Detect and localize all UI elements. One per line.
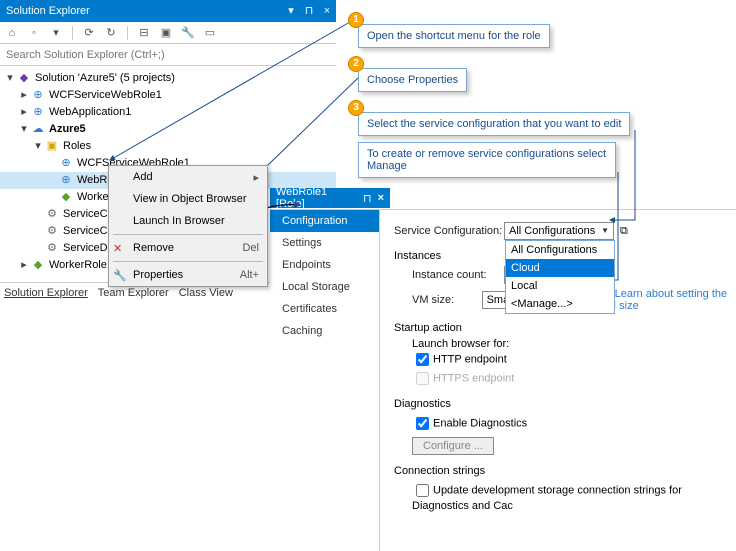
solution-icon: ◆ (16, 72, 32, 86)
chevron-down-icon[interactable]: ▾ (18, 121, 30, 138)
http-endpoint-checkbox[interactable] (416, 353, 429, 366)
side-tab-caching[interactable]: Caching (270, 320, 379, 342)
menu-item-remove[interactable]: ✕RemoveDel (109, 237, 267, 259)
dropdown-option[interactable]: All Configurations (506, 241, 614, 259)
designer-body: Configuration Settings Endpoints Local S… (270, 209, 736, 551)
config-file-icon: ⚙ (44, 225, 60, 239)
dropdown-option[interactable]: Local (506, 277, 614, 295)
panel-title: Solution Explorer (6, 0, 282, 22)
tab-solution-explorer[interactable]: Solution Explorer (4, 287, 88, 299)
side-tab-endpoints[interactable]: Endpoints (270, 254, 379, 276)
document-tab[interactable]: WebRole1 [Role]⊓× (270, 188, 390, 208)
dropdown-icon[interactable]: ▾ (282, 0, 300, 22)
submenu-arrow-icon: ▸ (253, 171, 259, 184)
csproj-icon: ◆ (30, 259, 46, 273)
side-tab-local-storage[interactable]: Local Storage (270, 276, 379, 298)
pin-icon[interactable]: ⊓ (363, 192, 372, 205)
context-menu: Add▸ View in Object Browser Launch In Br… (108, 165, 268, 287)
document-tab-strip: WebRole1 [Role]⊓× (270, 188, 736, 208)
chevron-down-icon: ▼ (601, 223, 609, 239)
callout-4: To create or remove service configuratio… (358, 142, 616, 178)
cloud-project-icon: ☁ (30, 123, 46, 137)
launch-browser-label: Launch browser for: (412, 338, 728, 350)
collapse-icon[interactable]: ⊟ (136, 25, 152, 41)
instance-count-label: Instance count: (412, 269, 504, 281)
show-all-icon[interactable]: ▣ (158, 25, 174, 41)
separator (72, 26, 73, 40)
refresh-icon[interactable]: ↻ (103, 25, 119, 41)
sync-icon[interactable]: ⟳ (81, 25, 97, 41)
menu-separator (113, 234, 263, 235)
connection-strings-heading: Connection strings (394, 465, 728, 477)
definition-file-icon: ⚙ (44, 242, 60, 256)
service-config-label: Service Configuration: (394, 225, 504, 237)
delete-icon: ✕ (113, 242, 122, 255)
configure-diagnostics-button: Configure ... (412, 437, 494, 455)
service-config-dropdown-list: All Configurations Cloud Local <Manage..… (505, 240, 615, 314)
roles-folder-node[interactable]: ▾▣Roles (0, 138, 336, 155)
https-endpoint-checkbox (416, 372, 429, 385)
search-box[interactable] (0, 44, 336, 66)
project-node[interactable]: ▸⊕WebApplication1 (0, 104, 336, 121)
callout-2: Choose Properties (358, 68, 467, 92)
webrole-icon: ⊕ (58, 174, 74, 188)
service-config-dropdown[interactable]: All Configurations▼ All Configurations C… (504, 222, 614, 240)
config-form: Service Configuration: All Configuration… (380, 210, 736, 551)
close-tab-icon[interactable]: × (378, 192, 384, 204)
startup-heading: Startup action (394, 322, 728, 334)
callout-3: Select the service configuration that yo… (358, 112, 630, 136)
chevron-down-icon[interactable]: ▾ (32, 138, 44, 155)
webrole-icon: ⊕ (30, 89, 46, 103)
menu-item-view-object-browser[interactable]: View in Object Browser (109, 188, 267, 210)
project-node[interactable]: ▸⊕WCFServiceWebRole1 (0, 87, 336, 104)
chevron-right-icon[interactable]: ▸ (18, 104, 30, 121)
back-icon[interactable]: ◦ (26, 25, 42, 41)
dropdown-option-manage[interactable]: <Manage...> (506, 295, 614, 313)
tab-team-explorer[interactable]: Team Explorer (98, 287, 169, 299)
callout-1: Open the shortcut menu for the role (358, 24, 550, 48)
chevron-right-icon[interactable]: ▸ (18, 257, 30, 274)
enable-diagnostics-checkbox[interactable] (416, 417, 429, 430)
chevron-down-icon[interactable]: ▾ (4, 70, 16, 87)
tab-class-view[interactable]: Class View (179, 287, 233, 299)
diagnostics-heading: Diagnostics (394, 398, 728, 410)
forward-icon[interactable]: ▾ (48, 25, 64, 41)
chevron-right-icon[interactable]: ▸ (18, 87, 30, 104)
menu-item-properties[interactable]: 🔧PropertiesAlt+ (109, 264, 267, 286)
vm-size-info-link[interactable]: iLearn about setting the VM size (600, 288, 728, 312)
folder-icon: ▣ (44, 140, 60, 154)
menu-item-launch-browser[interactable]: Launch In Browser (109, 210, 267, 232)
wrench-icon: 🔧 (113, 269, 127, 282)
role-designer: WebRole1 [Role]⊓× Configuration Settings… (270, 188, 736, 551)
solution-explorer-titlebar: Solution Explorer ▾ ⊓ × (0, 0, 336, 22)
side-tab-settings[interactable]: Settings (270, 232, 379, 254)
menu-item-add[interactable]: Add▸ (109, 166, 267, 188)
separator (127, 26, 128, 40)
solution-explorer-toolbar: ⌂ ◦ ▾ ⟳ ↻ ⊟ ▣ 🔧 ▭ (0, 22, 336, 44)
vm-size-label: VM size: (412, 294, 482, 306)
home-icon[interactable]: ⌂ (4, 25, 20, 41)
config-file-icon: ⚙ (44, 208, 60, 222)
project-node[interactable]: ▾☁Azure5 (0, 121, 336, 138)
preview-icon[interactable]: ▭ (202, 25, 218, 41)
webrole-icon: ⊕ (58, 157, 74, 171)
menu-separator (113, 261, 263, 262)
webapp-icon: ⊕ (30, 106, 46, 120)
properties-icon[interactable]: 🔧 (180, 25, 196, 41)
designer-side-tabs: Configuration Settings Endpoints Local S… (270, 210, 380, 551)
update-connstrings-checkbox[interactable] (416, 484, 429, 497)
close-icon[interactable]: × (318, 0, 336, 22)
search-input[interactable] (0, 44, 336, 65)
callout-badge-1: 1 (348, 12, 364, 28)
solution-node[interactable]: ▾◆Solution 'Azure5' (5 projects) (0, 70, 336, 87)
callout-badge-2: 2 (348, 56, 364, 72)
workerrole-icon: ◆ (58, 191, 74, 205)
callout-badge-3: 3 (348, 100, 364, 116)
pin-icon[interactable]: ⊓ (300, 0, 318, 22)
side-tab-configuration[interactable]: Configuration (270, 210, 379, 232)
copy-icon[interactable]: ⧉ (620, 225, 628, 238)
dropdown-option-selected[interactable]: Cloud (506, 259, 614, 277)
side-tab-certificates[interactable]: Certificates (270, 298, 379, 320)
